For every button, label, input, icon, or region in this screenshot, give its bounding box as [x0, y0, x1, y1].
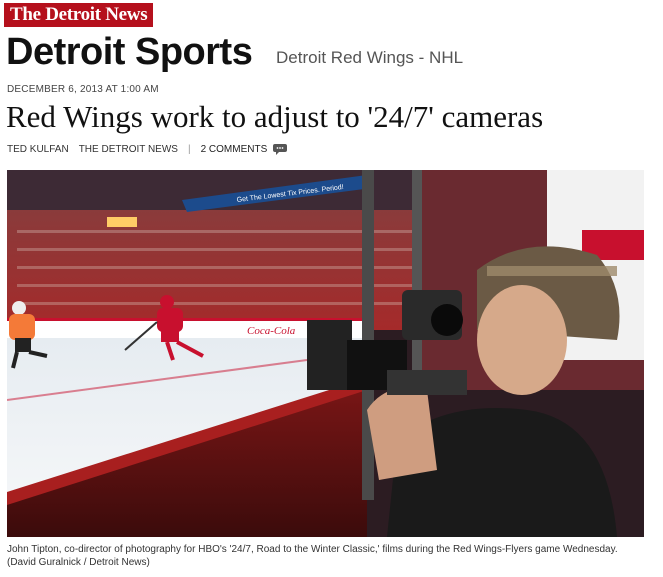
photo-caption: John Tipton, co-director of photography … [7, 544, 618, 568]
author-name[interactable]: TED KULFAN [7, 144, 69, 155]
outlet-name: THE DETROIT NEWS [78, 144, 178, 156]
comments-count[interactable]: 2 COMMENTS [201, 144, 268, 155]
section-subtitle[interactable]: Detroit Red Wings - NHL [276, 47, 463, 69]
article-dateline: DECEMBER 6, 2013 AT 1:00 AM [7, 84, 159, 95]
article-photo: Get The Lowest Tix Prices. Period! Coca-… [7, 170, 644, 537]
byline-divider: | [187, 144, 191, 156]
byline: TED KULFAN THE DETROIT NEWS | 2 COMMENTS [7, 144, 288, 156]
section-header: Detroit Sports Detroit Red Wings - NHL [6, 30, 663, 74]
section-title[interactable]: Detroit Sports [6, 30, 253, 74]
rink-sign-text: Coca-Cola [247, 325, 296, 337]
article-headline: Red Wings work to adjust to '24/7' camer… [6, 99, 544, 134]
comments-link[interactable]: 2 COMMENTS [201, 144, 288, 155]
masthead-logo[interactable]: The Detroit News [4, 3, 154, 27]
speech-bubble-icon[interactable] [273, 144, 288, 155]
